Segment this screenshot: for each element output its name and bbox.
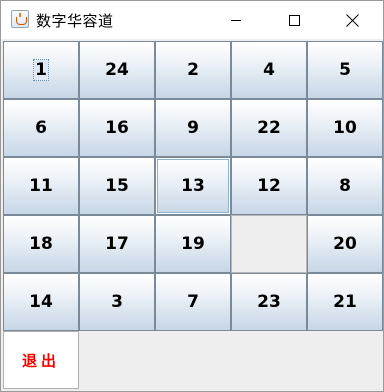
tile-17[interactable]: 17 (79, 215, 155, 273)
tile-label: 21 (333, 292, 357, 312)
tile-1[interactable]: 1 (3, 41, 79, 99)
app-window: 数字华容道 1 24 2 4 5 6 16 9 22 10 11 15 13 12 8 18 17 19 20 14 3… (0, 0, 384, 392)
tile-19[interactable]: 19 (155, 215, 231, 273)
tile-7[interactable]: 7 (155, 273, 231, 331)
tile-label: 6 (35, 118, 47, 138)
tile-label: 18 (29, 234, 53, 254)
tile-9[interactable]: 9 (155, 99, 231, 157)
tile-label: 1 (33, 59, 49, 81)
tile-14[interactable]: 14 (3, 273, 79, 331)
tile-label: 19 (181, 234, 205, 254)
java-cup-icon (11, 10, 29, 28)
tile-label: 20 (333, 234, 357, 254)
tile-18[interactable]: 18 (3, 215, 79, 273)
tile-label: 8 (339, 176, 351, 196)
tile-4[interactable]: 4 (231, 41, 307, 99)
maximize-icon (288, 14, 300, 26)
tile-24[interactable]: 24 (79, 41, 155, 99)
tile-15[interactable]: 15 (79, 157, 155, 215)
tile-label: 9 (187, 118, 199, 138)
tile-8[interactable]: 8 (307, 157, 383, 215)
tile-11[interactable]: 11 (3, 157, 79, 215)
tile-label: 22 (257, 118, 281, 138)
minimize-icon (231, 19, 241, 21)
tile-10[interactable]: 10 (307, 99, 383, 157)
tile-label: 2 (187, 60, 199, 80)
close-button[interactable] (329, 1, 375, 39)
window-title: 数字华容道 (36, 12, 114, 30)
tile-label: 3 (111, 292, 123, 312)
empty-slot (231, 215, 307, 273)
tile-label: 13 (181, 176, 205, 196)
tile-label: 4 (263, 60, 275, 80)
tile-20[interactable]: 20 (307, 215, 383, 273)
tile-label: 5 (339, 60, 351, 80)
tile-23[interactable]: 23 (231, 273, 307, 331)
maximize-button[interactable] (271, 1, 317, 39)
tile-label: 23 (257, 292, 281, 312)
tile-label: 15 (105, 176, 129, 196)
exit-button[interactable]: 退出 (3, 331, 79, 389)
tile-label: 14 (29, 292, 53, 312)
tile-6[interactable]: 6 (3, 99, 79, 157)
tile-3[interactable]: 3 (79, 273, 155, 331)
tile-label: 24 (105, 60, 129, 80)
puzzle-board: 1 24 2 4 5 6 16 9 22 10 11 15 13 12 8 18 17 19 20 14 3 7 23 21 (3, 41, 383, 331)
tile-5[interactable]: 5 (307, 41, 383, 99)
tile-label: 10 (333, 118, 357, 138)
close-icon (346, 14, 359, 27)
tile-16[interactable]: 16 (79, 99, 155, 157)
tile-label: 7 (187, 292, 199, 312)
tile-12[interactable]: 12 (231, 157, 307, 215)
tile-label: 12 (257, 176, 281, 196)
tile-label: 17 (105, 234, 129, 254)
tile-13[interactable]: 13 (155, 157, 231, 215)
tile-22[interactable]: 22 (231, 99, 307, 157)
title-bar[interactable]: 数字华容道 (1, 1, 383, 39)
tile-label: 11 (29, 176, 53, 196)
tile-21[interactable]: 21 (307, 273, 383, 331)
minimize-button[interactable] (213, 1, 259, 39)
tile-2[interactable]: 2 (155, 41, 231, 99)
tile-label: 16 (105, 118, 129, 138)
